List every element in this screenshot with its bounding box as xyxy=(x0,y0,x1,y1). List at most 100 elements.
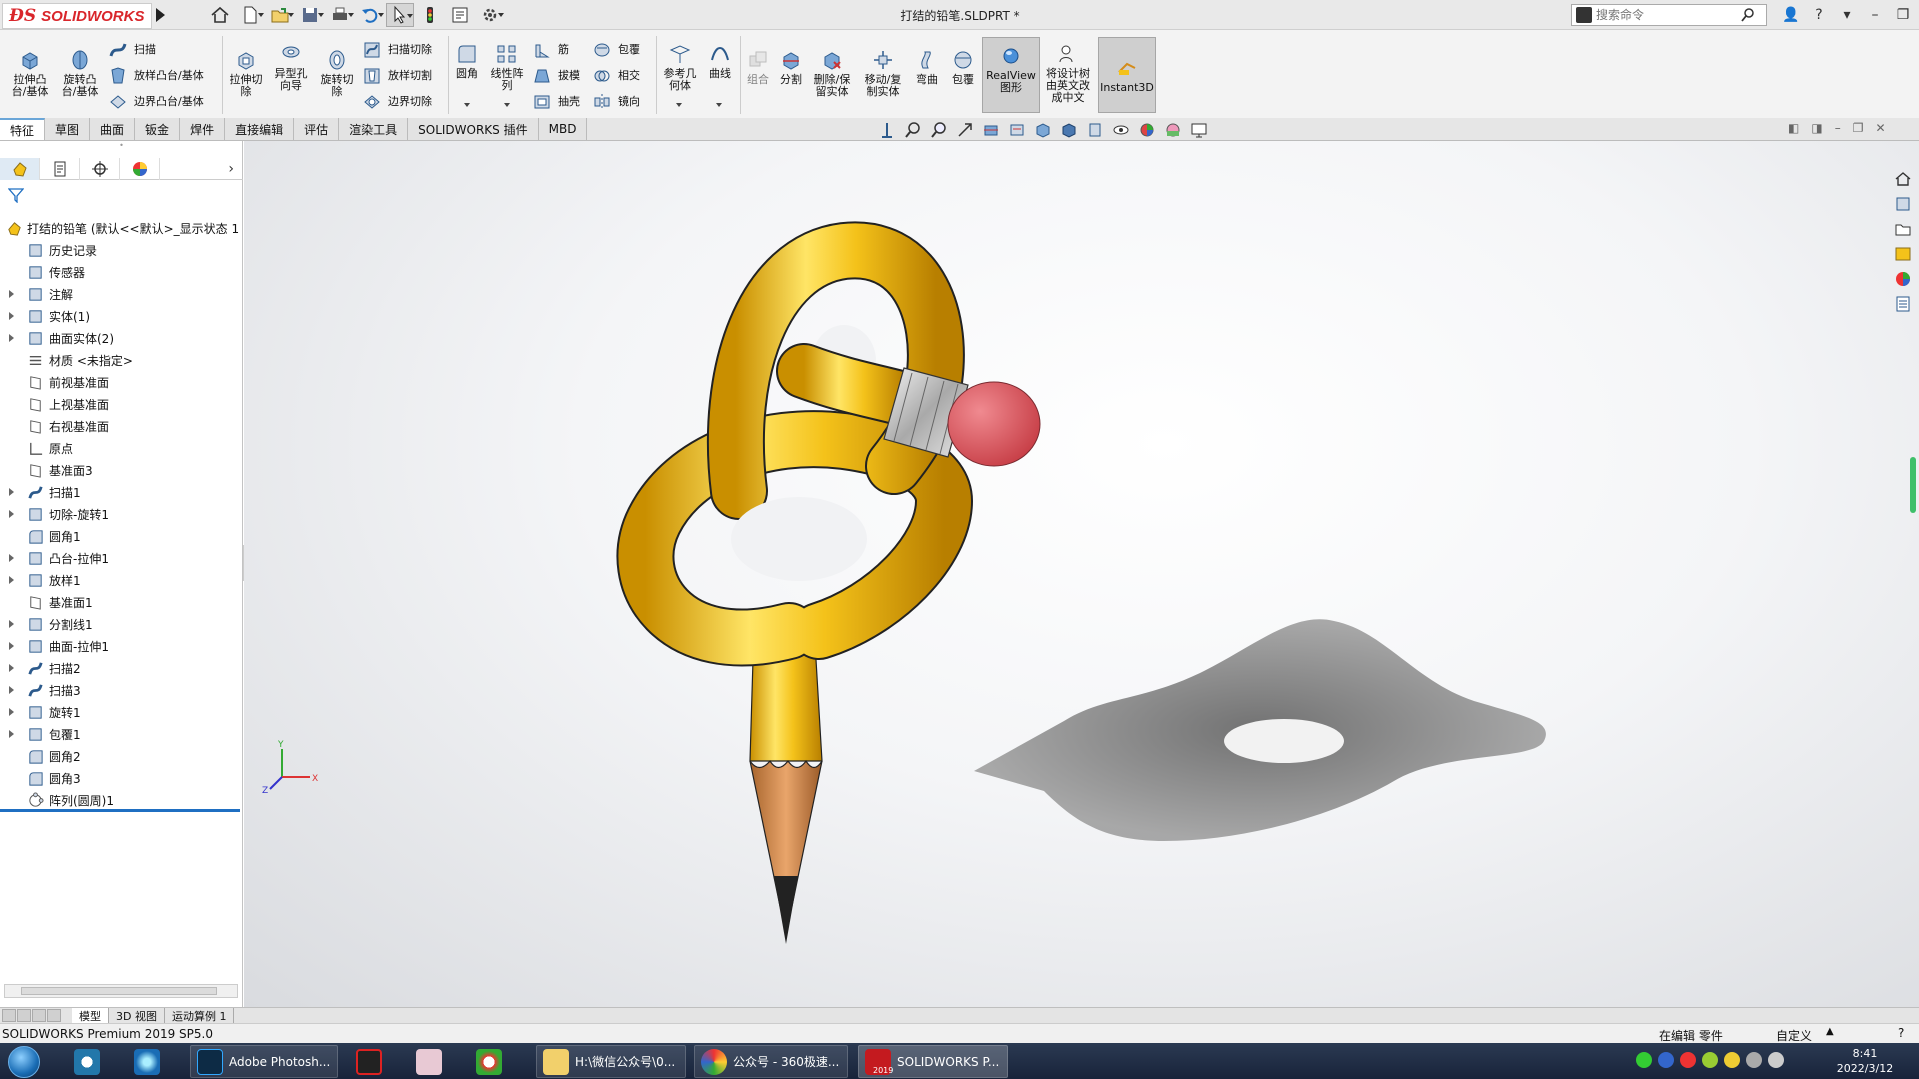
doc-close-icon[interactable]: ✕ xyxy=(1875,121,1885,135)
tree-item[interactable]: 圆角2 xyxy=(0,745,243,767)
instant3d-button[interactable]: Instant3D xyxy=(1098,37,1156,113)
start-button[interactable] xyxy=(8,1046,40,1078)
intersect-button[interactable]: 相交 xyxy=(592,66,640,86)
tray-ime-icon[interactable] xyxy=(1724,1052,1740,1068)
reference-geometry-dropdown-icon[interactable] xyxy=(676,103,682,107)
search-icon[interactable] xyxy=(1740,7,1756,23)
tree-item[interactable]: 切除-旋转1 xyxy=(0,503,243,525)
view-orientation-button[interactable] xyxy=(1032,120,1054,140)
taskbar-app-ruler[interactable] xyxy=(410,1045,454,1078)
boundary-cut-button[interactable]: 边界切除 xyxy=(362,92,432,112)
tab-model[interactable]: 模型 xyxy=(72,1008,109,1024)
taskbar-app-solidworks[interactable]: 2019 SOLIDWORKS P... xyxy=(858,1045,1008,1078)
taskbar-app-ie[interactable] xyxy=(128,1045,168,1078)
tab-motion-study[interactable]: 运动算例 1 xyxy=(165,1008,235,1024)
appearances-button[interactable] xyxy=(1892,269,1914,289)
tree-item[interactable]: 扫描3 xyxy=(0,679,243,701)
sweep-button[interactable]: 扫描 xyxy=(108,40,156,60)
tab-solidworks-addins[interactable]: SOLIDWORKS 插件 xyxy=(408,118,539,140)
pencil-model-view[interactable]: Y X Z xyxy=(244,141,1919,1007)
delete-keep-body-button[interactable]: 删除/保留实体 xyxy=(810,48,854,98)
tab-sheet-metal[interactable]: 钣金 xyxy=(135,118,181,140)
expand-arrow-icon[interactable] xyxy=(9,708,14,716)
solidworks-logo[interactable]: ƉS SOLIDWORKS xyxy=(2,3,152,29)
undo-button[interactable] xyxy=(356,3,384,27)
search-input[interactable] xyxy=(1596,8,1736,22)
display-icon[interactable] xyxy=(1768,1052,1784,1068)
expand-arrow-icon[interactable] xyxy=(9,642,14,650)
tray-network-icon[interactable] xyxy=(1702,1052,1718,1068)
panel-horizontal-scrollbar[interactable] xyxy=(4,984,238,998)
volume-icon[interactable] xyxy=(1746,1052,1762,1068)
tree-item[interactable]: 实体(1) xyxy=(0,305,243,327)
open-button[interactable] xyxy=(266,3,294,27)
wechat-tray-icon[interactable] xyxy=(1636,1052,1652,1068)
tab-weldments[interactable]: 焊件 xyxy=(180,118,226,140)
edit-appearance-button[interactable] xyxy=(1110,120,1132,140)
tab-render-tools[interactable]: 渲染工具 xyxy=(339,118,409,140)
curves-button[interactable]: 曲线 xyxy=(704,42,736,80)
property-manager-tab[interactable] xyxy=(40,158,80,180)
pattern-dropdown-icon[interactable] xyxy=(504,103,510,107)
fillet-dropdown-icon[interactable] xyxy=(464,103,470,107)
tree-item[interactable]: 基准面1 xyxy=(0,591,243,613)
section-view-button[interactable] xyxy=(980,120,1002,140)
view-settings-button[interactable] xyxy=(1188,120,1210,140)
revolve-boss-button[interactable]: 旋转凸台/基体 xyxy=(58,48,102,98)
feature-manager-tab[interactable] xyxy=(0,158,40,180)
linear-pattern-button[interactable]: 线性阵列 xyxy=(486,42,528,92)
tree-item[interactable]: 基准面3 xyxy=(0,459,243,481)
taskbar-app-explorer[interactable]: H:\微信公众号\0... xyxy=(536,1045,686,1078)
filter-icon[interactable] xyxy=(8,187,24,203)
user-icon[interactable]: 👤 xyxy=(1780,4,1802,26)
tab-mbd[interactable]: MBD xyxy=(538,118,588,140)
tree-item[interactable]: 前视基准面 xyxy=(0,371,243,393)
hide-show-items-button[interactable] xyxy=(1084,120,1106,140)
tree-item[interactable]: 包覆1 xyxy=(0,723,243,745)
expand-arrow-icon[interactable] xyxy=(9,686,14,694)
zoom-to-fit-button[interactable] xyxy=(902,120,924,140)
tree-item[interactable]: 注解 xyxy=(0,283,243,305)
view-palette-button[interactable] xyxy=(1892,244,1914,264)
mirror-button[interactable]: 镜向 xyxy=(592,92,640,112)
loft-boss-button[interactable]: 放样凸台/基体 xyxy=(108,66,204,86)
scrollbar-thumb[interactable] xyxy=(21,987,217,995)
tile-right-icon[interactable]: ◨ xyxy=(1811,121,1822,135)
configuration-manager-tab[interactable] xyxy=(80,158,120,180)
taskbar-app-360-manager[interactable] xyxy=(68,1045,108,1078)
options-button[interactable] xyxy=(476,3,504,27)
sweep-cut-button[interactable]: 扫描切除 xyxy=(362,40,432,60)
tab-3d-views[interactable]: 3D 视图 xyxy=(109,1008,165,1024)
tab-evaluate[interactable]: 评估 xyxy=(294,118,340,140)
expand-arrow-icon[interactable] xyxy=(9,488,14,496)
design-library-button[interactable] xyxy=(1892,194,1914,214)
curves-dropdown-icon[interactable] xyxy=(716,103,722,107)
extrude-boss-button[interactable]: 拉伸凸台/基体 xyxy=(8,48,52,98)
tree-item[interactable]: 圆角1 xyxy=(0,525,243,547)
tree-item[interactable]: 材质 <未指定> xyxy=(0,349,243,371)
doc-restore-icon[interactable]: ❐ xyxy=(1853,121,1864,135)
tree-item[interactable]: 历史记录 xyxy=(0,239,243,261)
tree-item[interactable]: 旋转1 xyxy=(0,701,243,723)
translate-tree-button[interactable]: 将设计树由英文改成中文 xyxy=(1042,42,1094,104)
split-button[interactable]: 分割 xyxy=(776,48,806,86)
minimize-window-icon[interactable]: – xyxy=(1864,4,1886,26)
search-commands-box[interactable] xyxy=(1571,4,1767,26)
custom-properties-button[interactable] xyxy=(1892,294,1914,314)
tree-item[interactable]: 曲面实体(2) xyxy=(0,327,243,349)
expand-arrow-icon[interactable] xyxy=(9,334,14,342)
extrude-cut-button[interactable]: 拉伸切除 xyxy=(226,48,266,98)
menu-expand-arrow-icon[interactable] xyxy=(156,8,165,22)
tree-item[interactable]: 扫描2 xyxy=(0,657,243,679)
zoom-area-button[interactable] xyxy=(928,120,950,140)
apply-scene-button[interactable] xyxy=(1136,120,1158,140)
rollback-bar[interactable] xyxy=(0,809,240,812)
loft-cut-button[interactable]: 放样切割 xyxy=(362,66,432,86)
graphics-area[interactable]: Y X Z xyxy=(244,141,1919,1007)
taskbar-app-photoshop[interactable]: Adobe Photosh... xyxy=(190,1045,338,1078)
tree-item[interactable]: 凸台-拉伸1 xyxy=(0,547,243,569)
tab-sketch[interactable]: 草图 xyxy=(45,118,91,140)
expand-arrow-icon[interactable] xyxy=(9,576,14,584)
wrap-feature-button[interactable]: 包覆 xyxy=(948,48,978,86)
expand-arrow-icon[interactable] xyxy=(9,290,14,298)
